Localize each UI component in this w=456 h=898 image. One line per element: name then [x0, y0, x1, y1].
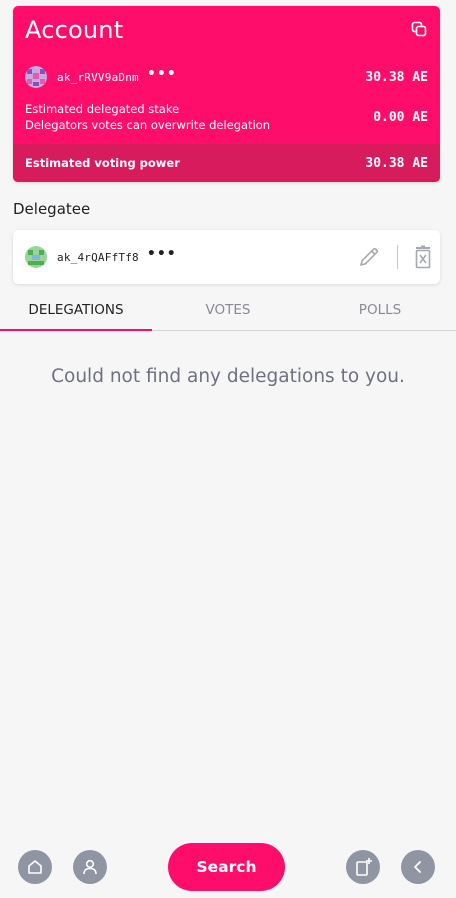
- account-address-row: ak_rRVV9aDnm ••• 30.38 AE: [25, 62, 428, 92]
- home-button[interactable]: [18, 850, 52, 884]
- delegated-stake-row: Estimated delegated stake Delegators vot…: [25, 101, 428, 133]
- tab-delegations[interactable]: DELEGATIONS: [0, 292, 152, 331]
- create-button[interactable]: [346, 850, 380, 884]
- back-button[interactable]: [401, 850, 435, 884]
- account-more-button[interactable]: •••: [147, 67, 177, 81]
- edit-icon[interactable]: [357, 245, 381, 269]
- bottom-navigation: Search: [0, 836, 456, 898]
- delegatee-address[interactable]: ak_4rQAFfTf8: [57, 251, 139, 264]
- account-balance: 30.38 AE: [365, 69, 428, 85]
- stake-note: Delegators votes can overwrite delegatio…: [25, 118, 271, 132]
- delegatee-more-button[interactable]: •••: [147, 247, 177, 261]
- account-card: Account ak_rRVV9aDnm ••• 30.38 AE Estima…: [13, 6, 440, 182]
- chevron-left-icon: [414, 861, 421, 873]
- delegatee-heading: Delegatee: [13, 200, 91, 218]
- user-icon: [83, 859, 97, 875]
- add-document-icon: [356, 858, 372, 876]
- voting-power-label: Estimated voting power: [25, 156, 180, 170]
- copy-icon[interactable]: [410, 20, 428, 38]
- stake-label: Estimated delegated stake: [25, 102, 180, 116]
- delete-icon[interactable]: [413, 245, 433, 269]
- account-address[interactable]: ak_rRVV9aDnm: [57, 71, 139, 84]
- voting-power-value: 30.38 AE: [365, 155, 428, 171]
- tab-votes[interactable]: VOTES: [152, 292, 304, 330]
- voting-power-bar: Estimated voting power 30.38 AE: [13, 144, 440, 182]
- tab-bar: DELEGATIONS VOTES POLLS: [0, 292, 456, 331]
- delegatee-avatar: [25, 246, 47, 268]
- account-title: Account: [25, 16, 124, 44]
- account-button[interactable]: [73, 850, 107, 884]
- home-icon: [28, 860, 42, 874]
- delegatee-card: ak_4rQAFfTf8 •••: [13, 230, 440, 284]
- stake-value: 0.00 AE: [373, 109, 428, 125]
- tab-polls[interactable]: POLLS: [304, 292, 456, 330]
- account-avatar: [25, 66, 47, 88]
- action-divider: [397, 245, 398, 269]
- empty-state-message: Could not find any delegations to you.: [51, 366, 405, 387]
- search-button[interactable]: Search: [168, 843, 285, 891]
